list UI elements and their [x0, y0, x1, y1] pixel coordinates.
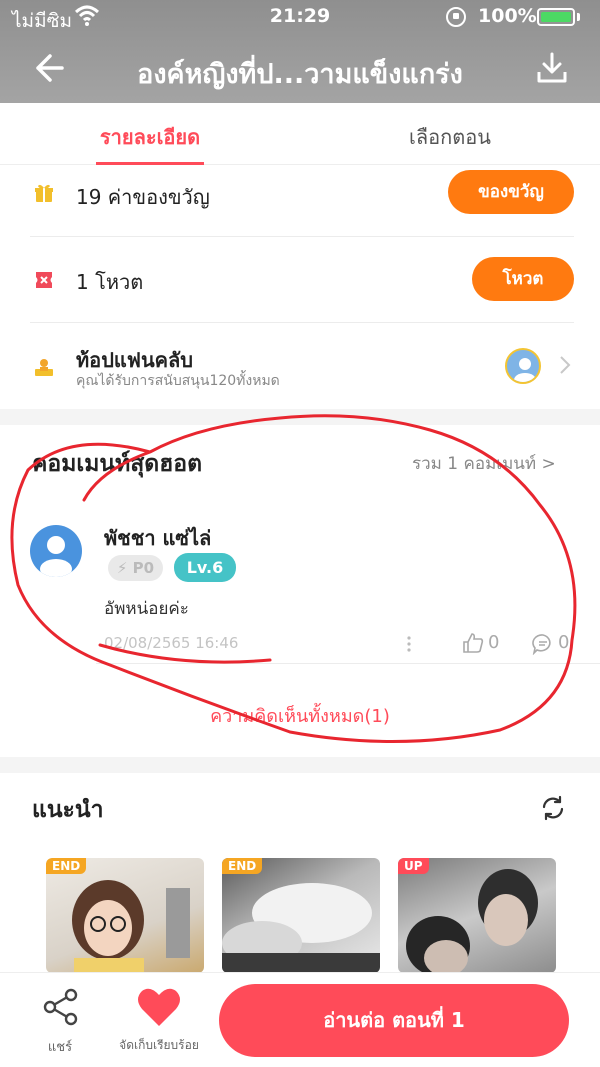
cover-art: [406, 869, 538, 973]
favorite-label: จัดเก็บเรียบร้อย: [119, 1038, 199, 1052]
share-label: แชร์: [47, 1040, 73, 1055]
avatar[interactable]: [30, 525, 82, 577]
trophy-icon: [35, 359, 53, 376]
comment-text: อัพหน่อยค่ะ: [104, 599, 189, 619]
cover-tag: END: [222, 858, 263, 874]
status-bar: ไม่มีซิม 21:29 100%: [0, 0, 600, 34]
refresh-icon[interactable]: [540, 795, 566, 821]
all-comments-link[interactable]: ความคิดเห็นทั้งหมด(1): [0, 701, 600, 730]
vote-count: 1 โหวต: [76, 270, 144, 294]
hot-comments-title: คอมเมนท์สุดฮอต: [32, 451, 203, 477]
cover-art: [222, 883, 380, 973]
divider: [96, 663, 600, 664]
recommend-cover-1[interactable]: END: [46, 858, 204, 973]
reply-bubble-icon[interactable]: [532, 633, 554, 655]
continue-reading-button[interactable]: อ่านต่อ ตอนที่ 1: [219, 984, 569, 1057]
votes-row: 1 โหวต โหวต: [0, 237, 600, 323]
tab-details[interactable]: รายละเอียด: [60, 121, 240, 153]
battery-tip: [577, 13, 580, 21]
cover-art: [72, 880, 190, 973]
heart-icon[interactable]: [136, 986, 182, 1028]
gift-icon: [35, 184, 53, 202]
section-gap: [0, 757, 600, 773]
gifts-row: 19 ค่าของขวัญ ของขวัญ: [0, 165, 600, 237]
more-vertical-icon[interactable]: [406, 634, 412, 654]
battery-percent: 100%: [478, 5, 537, 27]
tab-episodes[interactable]: เลือกตอน: [360, 121, 540, 153]
vote-button[interactable]: โหวต: [472, 257, 574, 301]
download-icon[interactable]: [534, 50, 570, 86]
recommend-cover-2[interactable]: END: [222, 858, 380, 973]
reply-count: 0: [558, 632, 570, 653]
comment-username: พัชชา แซ่ไล่: [104, 526, 212, 550]
tab-bar: รายละเอียด เลือกตอน: [0, 103, 600, 165]
share-icon[interactable]: [40, 986, 82, 1028]
section-gap: [0, 409, 600, 425]
cover-tag: END: [46, 858, 87, 874]
battery-icon: [537, 8, 575, 26]
app-header: ไม่มีซิม 21:29 100% องค์หญิงที่ป...วามแข…: [0, 0, 600, 103]
arrow-left-icon[interactable]: [30, 50, 66, 86]
gift-count: 19 ค่าของขวัญ: [76, 185, 210, 209]
comments-total-link[interactable]: รวม 1 คอมเมนท์ >: [412, 450, 556, 477]
fanclub-subtitle: คุณได้รับการสนับสนุน120ทั้งหมด: [76, 373, 280, 389]
user-silhouette-icon: [40, 536, 72, 577]
comment-date: 02/08/2565 16:46: [104, 634, 239, 652]
chevron-right-icon[interactable]: [558, 353, 572, 377]
level-badge: Lv.6: [174, 553, 236, 582]
recommend-title: แนะนำ: [32, 797, 104, 823]
page-title: องค์หญิงที่ป...วามแข็งแกร่ง: [137, 59, 463, 90]
power-badge: ⚡ P0: [108, 555, 163, 581]
thumbs-up-icon[interactable]: [462, 632, 484, 654]
vote-ticket-icon: [36, 272, 52, 288]
avatar[interactable]: [505, 348, 541, 384]
gift-button[interactable]: ของขวัญ: [448, 170, 574, 214]
like-count: 0: [488, 632, 500, 653]
power-badge-label: P0: [132, 559, 155, 577]
orientation-lock-icon: [446, 7, 466, 27]
recommend-cover-3[interactable]: UP: [398, 858, 556, 973]
cover-tag: UP: [398, 858, 429, 874]
